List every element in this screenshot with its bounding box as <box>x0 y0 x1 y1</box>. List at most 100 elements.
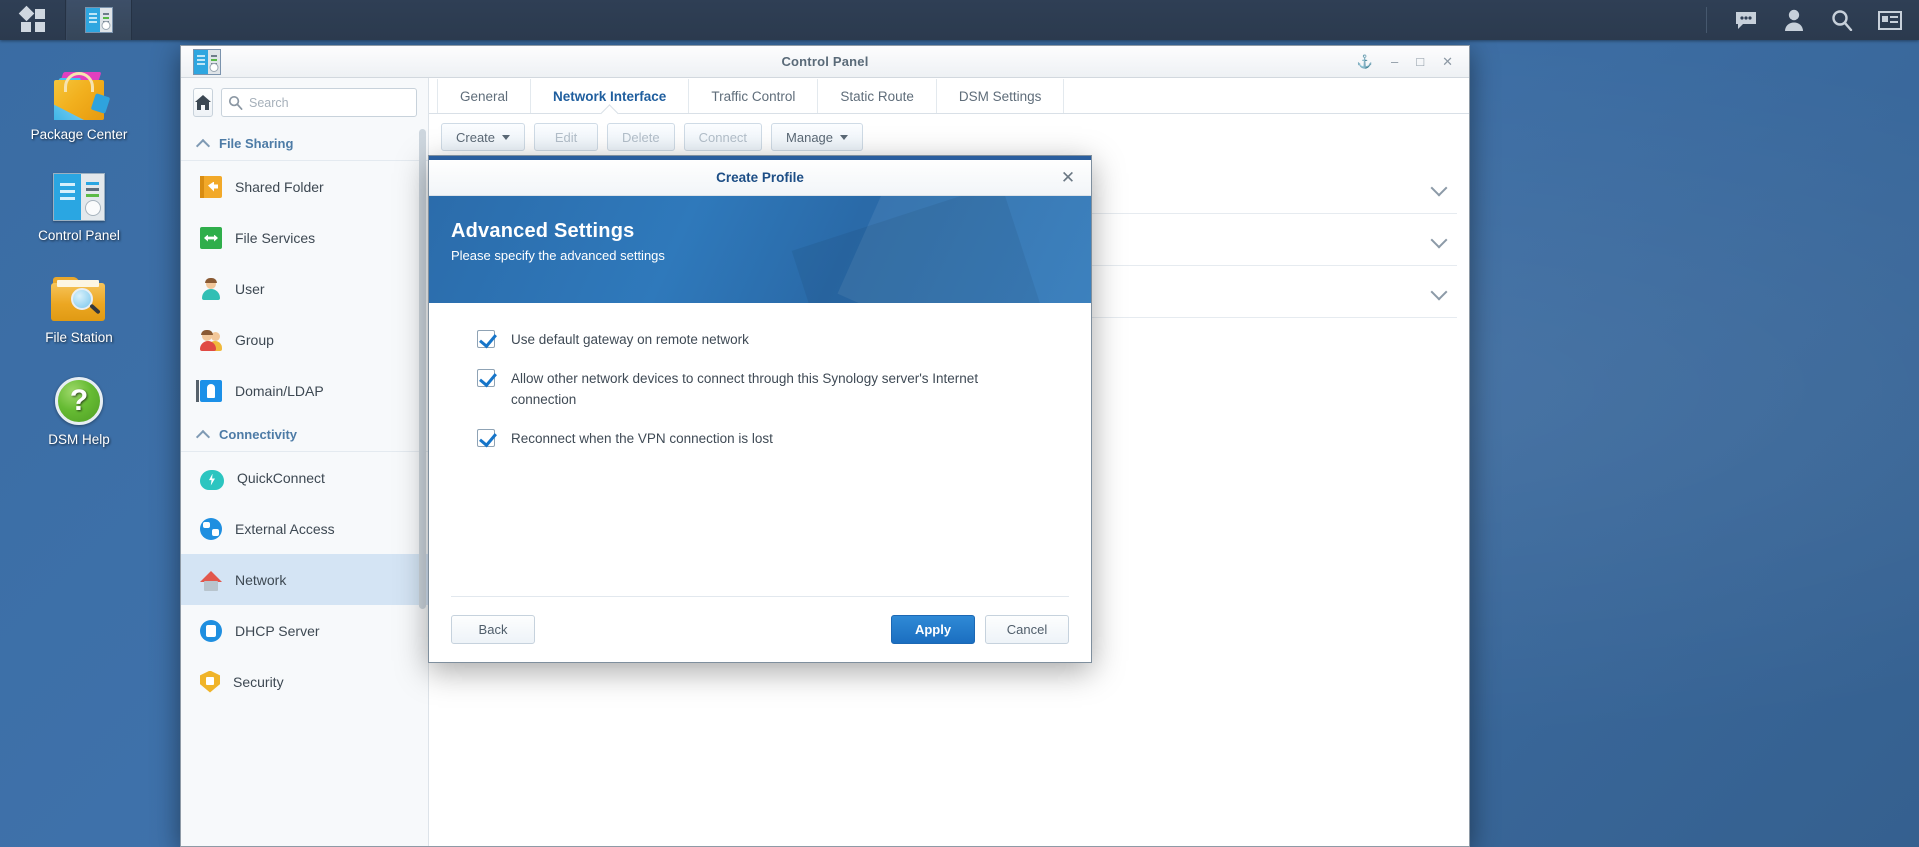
delete-button[interactable]: Delete <box>607 123 675 151</box>
sidebar-item-group[interactable]: Group <box>181 314 428 365</box>
close-icon[interactable]: ✕ <box>1059 169 1077 187</box>
edit-button[interactable]: Edit <box>534 123 599 151</box>
chevron-up-icon <box>197 428 210 441</box>
widgets-icon[interactable] <box>1877 7 1903 33</box>
tab-general[interactable]: General <box>437 79 532 113</box>
checkbox-label: Reconnect when the VPN connection is los… <box>511 431 773 446</box>
file-services-icon <box>200 226 222 249</box>
notifications-icon[interactable] <box>1733 7 1759 33</box>
desktop: Package Center Control Panel File Statio… <box>0 0 1919 847</box>
tab-bar: General Network Interface Traffic Contro… <box>429 78 1469 114</box>
desktop-icon-label: DSM Help <box>48 432 110 447</box>
edit-button-label: Edit <box>554 129 578 145</box>
cancel-button[interactable]: Cancel <box>985 615 1069 644</box>
sidebar-item-label: Shared Folder <box>235 178 324 195</box>
checkbox-reconnect-vpn[interactable] <box>477 429 495 447</box>
sidebar-item-shared-folder[interactable]: Shared Folder <box>181 161 428 212</box>
pin-window-button[interactable]: ⚓ <box>1357 55 1373 68</box>
dialog-title: Create Profile <box>716 170 804 185</box>
window-title: Control Panel <box>781 54 869 69</box>
maximize-window-button[interactable]: □ <box>1416 55 1424 68</box>
manage-button[interactable]: Manage <box>771 123 864 151</box>
external-access-icon <box>200 517 222 540</box>
hero-subtitle: Please specify the advanced settings <box>451 248 665 263</box>
option-allow-other-devices[interactable]: Allow other network devices to connect t… <box>477 368 1067 410</box>
connect-button-label: Connect <box>698 129 748 145</box>
tab-label: Static Route <box>840 88 914 104</box>
back-button[interactable]: Back <box>451 615 535 644</box>
option-reconnect-vpn[interactable]: Reconnect when the VPN connection is los… <box>477 428 1067 449</box>
sidebar-item-quickconnect[interactable]: QuickConnect <box>181 452 428 503</box>
desktop-icon-label: Control Panel <box>38 228 120 243</box>
app-grid-icon <box>18 5 46 33</box>
tab-network-interface[interactable]: Network Interface <box>531 79 690 113</box>
home-button[interactable] <box>193 88 213 117</box>
sidebar-group-file-sharing[interactable]: File Sharing <box>181 125 428 161</box>
taskbar <box>0 0 1919 40</box>
dialog-content: Use default gateway on remote network Al… <box>429 303 1091 596</box>
apply-button[interactable]: Apply <box>891 615 975 644</box>
network-icon <box>200 570 222 591</box>
dialog-titlebar: Create Profile ✕ <box>429 160 1091 196</box>
tab-label: Network Interface <box>553 88 667 104</box>
sidebar-item-security[interactable]: Security <box>181 656 428 707</box>
tab-label: General <box>460 88 509 104</box>
sidebar-item-label: DHCP Server <box>235 622 320 639</box>
chevron-down-icon[interactable] <box>1431 180 1447 196</box>
dhcp-server-icon <box>200 619 222 642</box>
sidebar-item-domain-ldap[interactable]: Domain/LDAP <box>181 365 428 416</box>
dialog-footer-actions: Apply Cancel <box>891 615 1069 644</box>
tab-traffic-control[interactable]: Traffic Control <box>689 79 819 113</box>
desktop-icon-package-center[interactable]: Package Center <box>14 62 144 143</box>
checkbox-label: Use default gateway on remote network <box>511 332 749 347</box>
create-profile-dialog: Create Profile ✕ Advanced Settings Pleas… <box>428 155 1092 663</box>
sidebar-item-dhcp-server[interactable]: DHCP Server <box>181 605 428 656</box>
file-station-icon <box>14 265 144 323</box>
sidebar-item-label: User <box>235 280 265 297</box>
chevron-down-icon <box>840 134 849 140</box>
search-icon[interactable] <box>1829 7 1855 33</box>
chevron-down-icon[interactable] <box>1431 232 1447 248</box>
main-toolbar: Create Edit Delete Connect Manage <box>429 114 1469 158</box>
connect-button[interactable]: Connect <box>683 123 763 151</box>
sidebar-item-label: Group <box>235 331 274 348</box>
chevron-down-icon[interactable] <box>1431 284 1447 300</box>
question-mark-icon: ? <box>55 377 103 425</box>
option-default-gateway[interactable]: Use default gateway on remote network <box>477 329 1067 350</box>
taskbar-app-control-panel[interactable] <box>66 0 132 40</box>
minimize-window-button[interactable]: – <box>1391 55 1398 68</box>
sidebar-item-network[interactable]: Network <box>181 554 428 605</box>
desktop-icon-file-station[interactable]: File Station <box>14 265 144 346</box>
tab-static-route[interactable]: Static Route <box>818 79 937 113</box>
search-box[interactable] <box>221 88 417 117</box>
sidebar-item-user[interactable]: User <box>181 263 428 314</box>
window-titlebar[interactable]: Control Panel ⚓ – □ ✕ <box>181 46 1469 78</box>
sidebar-group-label: File Sharing <box>219 136 294 151</box>
domain-ldap-icon <box>196 379 222 402</box>
create-button-label: Create <box>456 129 496 145</box>
desktop-icon-dsm-help[interactable]: ? DSM Help <box>14 367 144 448</box>
search-input[interactable] <box>249 95 410 110</box>
user-account-icon[interactable] <box>1781 7 1807 33</box>
close-window-button[interactable]: ✕ <box>1442 55 1453 68</box>
shared-folder-icon <box>200 175 222 198</box>
checkbox-allow-other-devices[interactable] <box>477 369 495 387</box>
control-panel-icon <box>14 163 144 221</box>
sidebar-scrollbar[interactable] <box>419 129 426 609</box>
manage-button-label: Manage <box>786 129 834 145</box>
dialog-footer: Back Apply Cancel <box>451 596 1069 662</box>
app-grid-button[interactable] <box>0 0 66 40</box>
tab-dsm-settings[interactable]: DSM Settings <box>937 79 1065 113</box>
sidebar-group-connectivity[interactable]: Connectivity <box>181 416 428 452</box>
tab-label: Traffic Control <box>711 88 796 104</box>
package-center-icon <box>14 62 144 120</box>
sidebar-item-external-access[interactable]: External Access <box>181 503 428 554</box>
group-icon <box>200 329 222 351</box>
create-button[interactable]: Create <box>441 123 526 151</box>
taskbar-tray <box>1706 0 1919 40</box>
desktop-icon-control-panel[interactable]: Control Panel <box>14 163 144 244</box>
sidebar-item-file-services[interactable]: File Services <box>181 212 428 263</box>
sidebar-list: File Sharing Shared Folder File Services… <box>181 125 428 846</box>
dialog-hero: Advanced Settings Please specify the adv… <box>429 196 1091 303</box>
checkbox-default-gateway[interactable] <box>477 330 495 348</box>
